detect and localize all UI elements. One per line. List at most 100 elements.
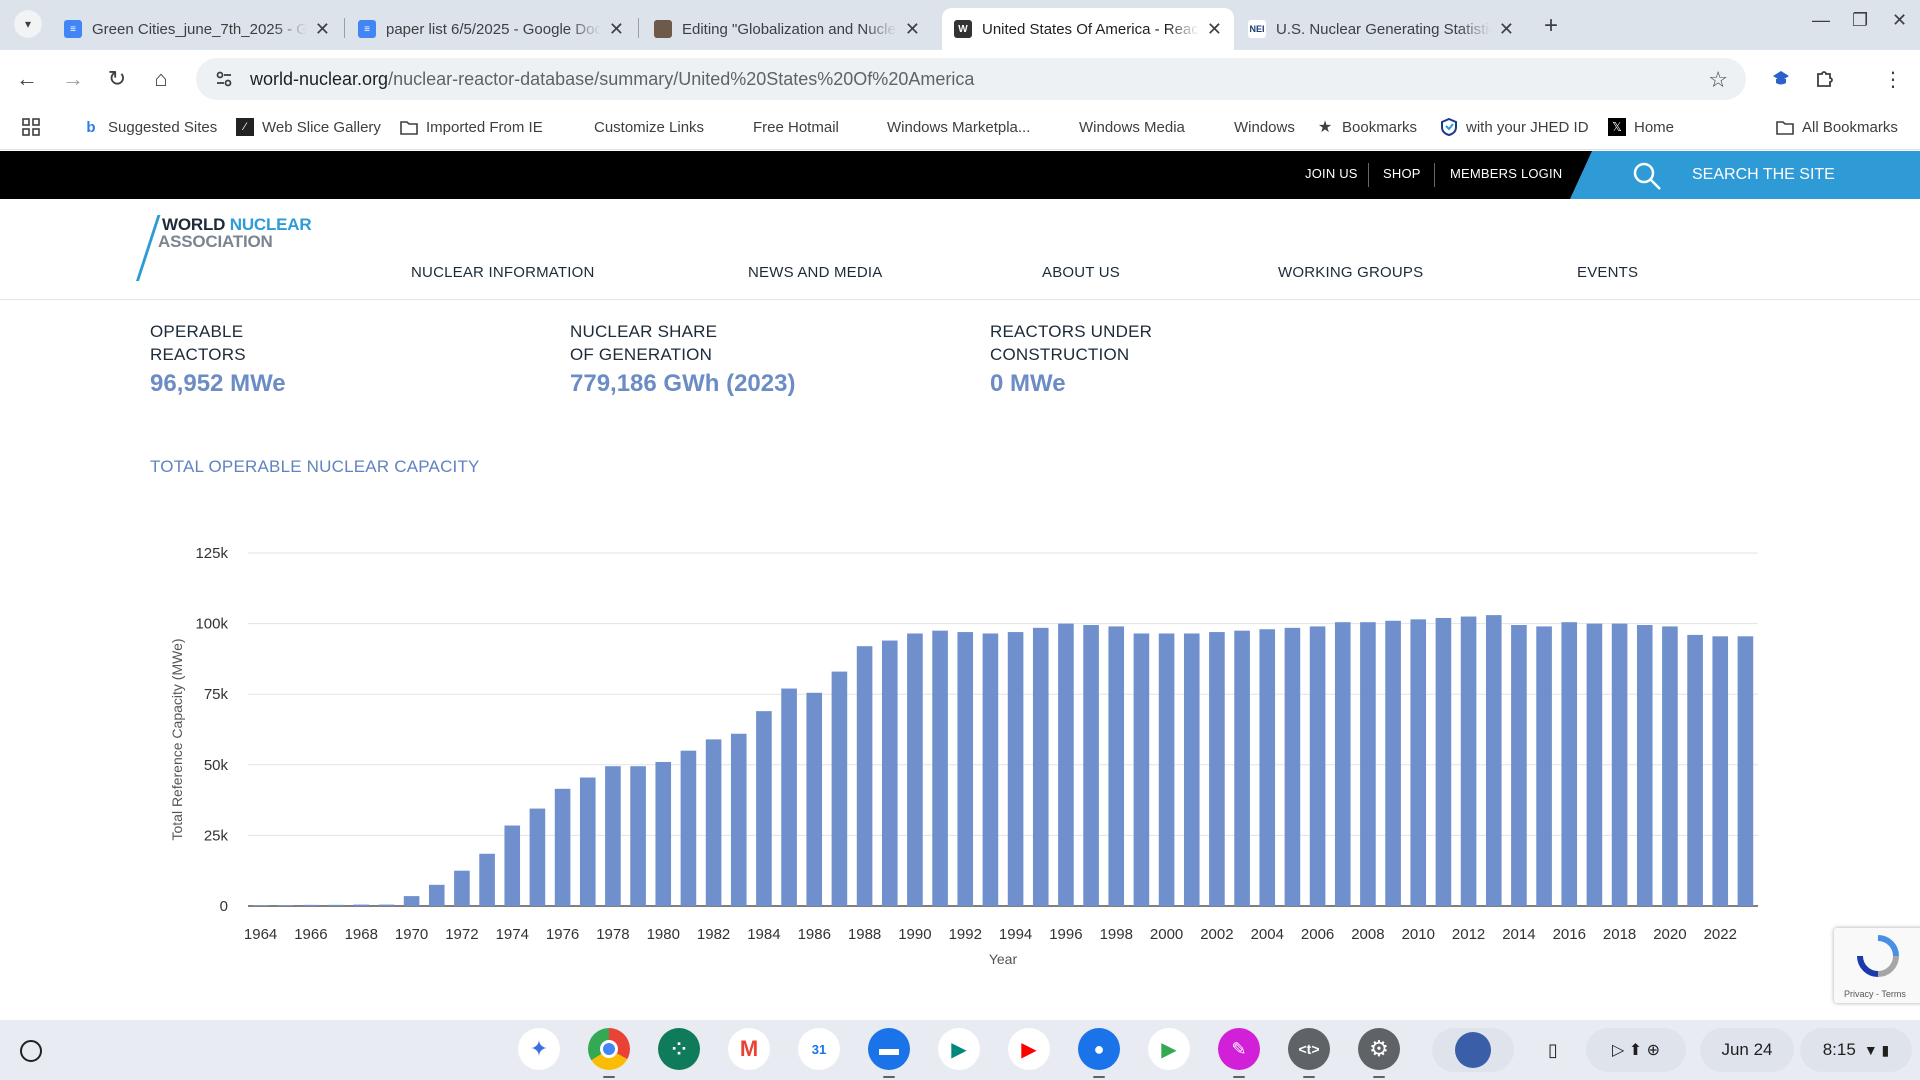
web-slice-icon: ⁄ (236, 118, 254, 136)
x-tick-label: 1994 (999, 926, 1032, 943)
x-tick-label: 2006 (1301, 926, 1334, 943)
bookmark-web-slice-gallery[interactable]: ⁄ Web Slice Gallery (236, 118, 381, 136)
files-icon[interactable]: ▬ (868, 1028, 910, 1070)
youtube-icon[interactable]: ▶ (1008, 1028, 1050, 1070)
minimize-icon[interactable]: — (1812, 10, 1830, 31)
nav-working-groups[interactable]: WORKING GROUPS (1278, 264, 1423, 281)
restore-icon[interactable]: ❐ (1852, 10, 1868, 31)
nav-events[interactable]: EVENTS (1577, 264, 1638, 281)
home-icon[interactable]: ⌂ (146, 64, 176, 94)
tab-us-nuclear-statistics[interactable]: NEI U.S. Nuclear Generating Statistics ✕ (1236, 8, 1526, 50)
phone-hub-icon[interactable]: ▯ (1532, 1028, 1574, 1072)
bookmark-imported-from-ie[interactable]: Imported From IE (400, 118, 543, 136)
y-tick-label: 25k (204, 827, 229, 844)
x-tick-label: 1968 (345, 926, 378, 943)
bar-1988 (856, 646, 873, 906)
bookmarks-bar: b Suggested Sites ⁄ Web Slice Gallery Im… (0, 108, 1920, 150)
shop-link[interactable]: SHOP (1383, 166, 1421, 181)
x-tick-label: 1984 (747, 926, 780, 943)
bookmark-customize-links[interactable]: Customize Links (568, 118, 704, 136)
tab-title: Green Cities_june_7th_2025 - Google Docs (92, 20, 307, 38)
bar-2000 (1158, 633, 1175, 906)
canvas-app-icon[interactable]: ✎ (1218, 1028, 1260, 1070)
back-icon[interactable]: ← (12, 64, 42, 94)
bar-1985 (781, 688, 797, 906)
address-bar[interactable]: world-nuclear.org/nuclear-reactor-databa… (196, 58, 1746, 100)
launcher-icon[interactable] (20, 1040, 42, 1062)
forward-icon[interactable]: → (58, 64, 88, 94)
recaptcha-icon (1857, 935, 1899, 977)
close-icon[interactable]: ✕ (1499, 19, 1514, 40)
extension-shield-icon[interactable] (1766, 64, 1796, 94)
nav-nuclear-information[interactable]: NUCLEAR INFORMATION (411, 264, 595, 281)
x-tick-label: 1986 (798, 926, 831, 943)
bar-1998 (1108, 626, 1125, 906)
bookmark-all-bookmarks[interactable]: All Bookmarks (1776, 118, 1898, 136)
site-info-icon[interactable] (212, 67, 236, 91)
stat-operable-reactors: OPERABLE REACTORS 96,952 MWe (150, 320, 450, 398)
media-controls-icon[interactable]: ▷ ⬆ ⊕ (1586, 1028, 1686, 1072)
recaptcha-links[interactable]: Privacy - Terms (1844, 989, 1906, 999)
tab-green-cities[interactable]: ≡ Green Cities_june_7th_2025 - Google Do… (52, 8, 342, 50)
stat-label: OPERABLE (150, 322, 244, 341)
meet-icon[interactable]: ▶ (938, 1028, 980, 1070)
gemini-icon[interactable]: ✦ (518, 1028, 560, 1070)
chrome-icon[interactable] (588, 1028, 630, 1070)
bar-1986 (806, 692, 823, 906)
close-window-icon[interactable]: ✕ (1892, 10, 1907, 31)
bookmark-home[interactable]: 𝕏 Home (1608, 118, 1674, 136)
bar-2016 (1561, 622, 1578, 906)
extensions-puzzle-icon[interactable] (1810, 64, 1840, 94)
bookmark-bookmarks[interactable]: ★ Bookmarks (1316, 118, 1417, 137)
status-tray[interactable]: 8:15 ▼ ▮ (1800, 1028, 1912, 1072)
date-display[interactable]: Jun 24 (1700, 1028, 1794, 1072)
windows-icon (1208, 118, 1226, 136)
tab-editing-globalization[interactable]: Editing "Globalization and Nuclear Power… (642, 8, 932, 50)
play-store-icon[interactable]: ▶ (1148, 1028, 1190, 1070)
bar-1997 (1083, 625, 1099, 906)
x-tick-label: 1976 (546, 926, 579, 943)
bookmark-jhed-id[interactable]: with your JHED ID (1440, 118, 1589, 136)
reload-icon[interactable]: ↻ (102, 64, 132, 94)
x-axis-title: Year (989, 951, 1018, 967)
bookmark-free-hotmail[interactable]: Free Hotmail (727, 118, 839, 136)
classroom-apps-icon[interactable]: ⁘ (658, 1028, 700, 1070)
settings-icon[interactable]: ⚙ (1358, 1028, 1400, 1070)
messages-icon[interactable]: ● (1078, 1028, 1120, 1070)
nav-news-and-media[interactable]: NEWS AND MEDIA (748, 264, 882, 281)
bookmark-windows[interactable]: Windows (1208, 118, 1295, 136)
close-icon[interactable]: ✕ (609, 19, 624, 40)
tab-united-states-reactor-database[interactable]: W United States Of America - Reactor Dat… (942, 8, 1234, 50)
bookmark-windows-marketplace[interactable]: Windows Marketpla... (861, 118, 1030, 136)
more-menu-icon[interactable]: ⋮ (1878, 64, 1908, 94)
close-icon[interactable]: ✕ (315, 19, 330, 40)
bar-2010 (1410, 619, 1427, 906)
wna-logo[interactable]: WORLD NUCLEAR ASSOCIATION (134, 215, 334, 285)
bookmark-star-icon[interactable]: ☆ (1708, 67, 1728, 93)
new-tab-button[interactable]: + (1544, 12, 1558, 40)
x-tick-label: 2012 (1452, 926, 1485, 943)
x-tick-label: 2020 (1653, 926, 1686, 943)
tab-title: paper list 6/5/2025 - Google Docs (386, 20, 601, 38)
bookmark-windows-media[interactable]: Windows Media (1053, 118, 1185, 136)
bar-2004 (1259, 629, 1276, 906)
apps-grid-icon[interactable] (22, 118, 40, 136)
close-icon[interactable]: ✕ (1207, 19, 1222, 40)
join-us-link[interactable]: JOIN US (1305, 166, 1358, 181)
nav-about-us[interactable]: ABOUT US (1042, 264, 1120, 281)
calendar-icon[interactable]: 31 (798, 1028, 840, 1070)
x-tick-label: 2010 (1402, 926, 1435, 943)
shield-icon (1440, 118, 1458, 136)
tab-search-chevron-icon[interactable]: ▾ (14, 10, 42, 38)
bookmark-suggested-sites[interactable]: b Suggested Sites (82, 118, 217, 136)
terminal-icon[interactable]: <t> (1288, 1028, 1330, 1070)
holding-space-icon[interactable] (1432, 1028, 1514, 1072)
tab-paper-list[interactable]: ≡ paper list 6/5/2025 - Google Docs ✕ (346, 8, 636, 50)
site-search[interactable]: SEARCH THE SITE (1570, 151, 1920, 199)
recaptcha-badge[interactable]: Privacy - Terms (1834, 928, 1920, 1003)
bar-1995 (1032, 627, 1049, 906)
members-login-link[interactable]: MEMBERS LOGIN (1450, 166, 1562, 181)
gmail-icon[interactable]: M (728, 1028, 770, 1070)
close-icon[interactable]: ✕ (905, 19, 920, 40)
bar-2017 (1586, 623, 1603, 906)
